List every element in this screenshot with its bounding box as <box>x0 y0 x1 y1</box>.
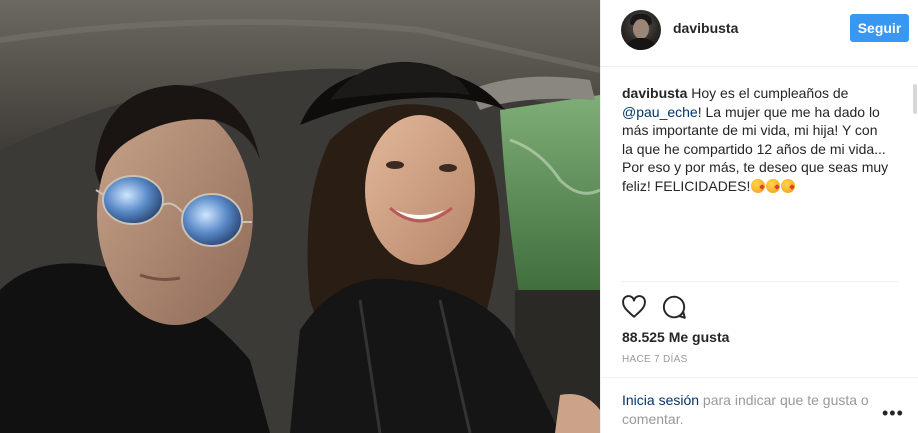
post-photo[interactable] <box>0 0 600 433</box>
login-link[interactable]: Inicia sesión <box>622 392 699 408</box>
post-username[interactable]: davibusta <box>673 20 738 36</box>
more-options-icon[interactable]: ••• <box>882 404 904 422</box>
kiss-emoji-icon <box>751 178 766 193</box>
avatar-body <box>625 38 657 50</box>
post-caption: davibusta Hoy es el cumpleaños de @pau_e… <box>622 84 892 195</box>
comment-icon[interactable] <box>661 294 687 320</box>
heart-icon[interactable] <box>621 294 647 320</box>
post-header: davibusta Seguir <box>601 0 918 67</box>
caption-mention[interactable]: @pau_eche <box>622 104 698 120</box>
kiss-emoji-icon <box>766 178 781 193</box>
follow-button[interactable]: Seguir <box>850 14 909 42</box>
login-prompt-text: Inicia sesión para indicar que te gusta … <box>622 391 872 429</box>
likes-count[interactable]: 88.525 Me gusta <box>622 329 729 345</box>
post-timestamp[interactable]: HACE 7 DÍAS <box>622 354 688 365</box>
login-prompt: Inicia sesión para indicar que te gusta … <box>601 377 918 433</box>
actions-divider <box>621 281 898 282</box>
caption-scrollbar[interactable] <box>913 84 917 114</box>
post-side-panel: davibusta Seguir davibusta Hoy es el cum… <box>600 0 918 433</box>
caption-text-part1: Hoy es el cumpleaños de <box>687 85 849 101</box>
kiss-emoji-icon <box>781 178 796 193</box>
avatar-face <box>633 19 649 39</box>
avatar[interactable] <box>621 10 661 50</box>
caption-username[interactable]: davibusta <box>622 85 687 101</box>
selfie-image <box>0 0 600 433</box>
